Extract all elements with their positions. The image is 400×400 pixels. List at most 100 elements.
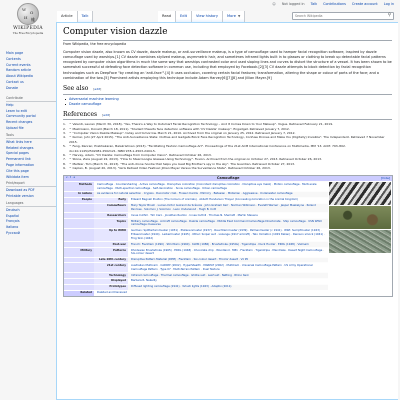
create-account-link[interactable]: Create account — [352, 2, 378, 7]
see-also-link-dazzle[interactable]: Dazzle camouflage — [63, 102, 392, 107]
see-also-edit: [edit] — [93, 87, 102, 92]
reference-text[interactable]: ^ Harvey, Adam. "CV Dazzle: Camouflage f… — [69, 153, 212, 157]
navbox-subgroup-label: Topics — [94, 219, 128, 228]
camouflage-pattern-image[interactable] — [329, 230, 391, 254]
navbox-link-list[interactable]: Innes Cuthill · Tim Caro · Jonathan Ruxt… — [128, 213, 328, 219]
navbox-link-list[interactable]: Camouflage · Counter­shading · Active ca… — [94, 182, 328, 191]
navbox-link-list[interactable]: Disruptive Pattern Material (DPM) · Flec… — [128, 257, 328, 263]
search-icon[interactable]: ⚲ — [388, 13, 391, 19]
talk-link[interactable]: Talk — [311, 2, 318, 7]
tools-heading: Tools — [6, 133, 56, 139]
user-icon: ☺ — [272, 2, 276, 6]
camouflaged-animal-image[interactable] — [329, 206, 391, 230]
reference-text[interactable]: ^ Mastroiann, Donald (March 18, 2011). "… — [69, 127, 290, 131]
navbox-subgroup-label: Technology — [94, 273, 128, 278]
navbox-group-label: In nature — [64, 192, 94, 197]
print-heading: Print/export — [6, 181, 56, 187]
sidebar-item-printable[interactable]: Printable version — [6, 194, 56, 200]
navbox-row: Displayed Barbara R. Nakedly — [64, 277, 328, 284]
reference-text[interactable]: ^ Valenti, Lauren (March 30, 2018). "Yes… — [69, 122, 333, 126]
navbox-link-list[interactable]: Australian Multicam · CADPAT (2002) · Hy… — [128, 263, 328, 272]
tab-article[interactable]: Article — [57, 11, 78, 22]
camouflage-navbox: v · t · e Camouflage [hide] Methods Camou… — [63, 174, 393, 297]
references-heading-text: References — [63, 110, 98, 118]
navbox-group-label — [64, 203, 94, 213]
navbox-group-label — [64, 213, 94, 219]
navbox-link-list[interactable]: Rhodesian Brushstroke (1965) · ERDL (194… — [128, 248, 328, 257]
navbox-related-group: Related — [64, 290, 94, 296]
navbox-link-list[interactable]: Military camouflage · Aircraft camouflag… — [128, 219, 328, 228]
navbox-link-list[interactable]: Mary Taylor Brush · Lucien-Victor Guiran… — [128, 203, 328, 213]
nav-contribute: Contribute Help Learn to edit Community … — [6, 96, 56, 132]
namespace-tabs: Article Talk — [57, 11, 94, 22]
wikipedia-logo[interactable]: WΩ И維 WIKIPEDIA The Free Encyclopedia — [8, 3, 48, 47]
navbox-link-list[interactable]: French: Flecktarn (1990) · Strichtarn (1… — [128, 242, 328, 247]
navbox-rows: Methods Camouflage · Counter­shading · Ac… — [64, 181, 328, 290]
reference-text[interactable]: ^ Feng, Ranran; Prabhakaran, Balakrishna… — [69, 144, 346, 152]
reference-text[interactable]: ^ Caplan, B. (August 20, 2013). "Girls R… — [69, 166, 271, 170]
navbox-subgroup-label: 21st century — [94, 263, 128, 272]
navbox-images — [328, 181, 392, 290]
navbox-subgroup-label: Up to WWII — [94, 228, 128, 242]
reference-item: 9. ^ Caplan, B. (August 20, 2013). "Girls… — [63, 166, 271, 171]
navbox-row: Prototypes Diffused lighting camouflage (… — [64, 283, 328, 290]
navbox-group-label — [64, 278, 94, 284]
navbox-row: People Early Edward Bagnall Poulton (The C… — [64, 196, 328, 203]
navbox-row: Post-war French: Flecktarn (1990) · Stric… — [64, 241, 328, 247]
navbox-body: Methods Camouflage · Counter­shading · Ac… — [64, 181, 392, 290]
tab-talk[interactable]: Talk — [77, 11, 94, 22]
languages-heading: Languages — [6, 201, 56, 207]
navbox-link-list[interactable]: Edward Bagnall Poulton (The Colours of A… — [128, 198, 328, 203]
sidebar-item-donate[interactable]: Donate — [6, 86, 56, 92]
navbox-subgroup-label: Displayed — [94, 279, 128, 284]
navbox-link-list[interactable]: Barbara R. Nakedly — [128, 279, 328, 284]
navbox-group-label — [64, 273, 94, 278]
navbox-row: Late 20th century Disruptive Pattern Mate… — [64, 256, 328, 263]
navbox-link-list[interactable]: Diffused lighting camouflage (1941) · Ye… — [128, 285, 328, 290]
contribute-heading: Contribute — [6, 96, 56, 102]
tab-edit[interactable]: Edit — [176, 11, 192, 22]
chevron-down-icon: ▼ — [237, 14, 241, 18]
navbox-row: Military Patterns Rhodesian Brushstroke (1… — [64, 246, 328, 257]
references-edit-link[interactable]: edit — [103, 113, 109, 117]
navbox-subgroup-label: Patterns — [94, 248, 128, 257]
navbox-link-list[interactable]: As evidence for natural selection · Cryp… — [94, 192, 328, 197]
reference-text[interactable]: ^ "Computer Vision Dazzle Makeup". today… — [69, 131, 295, 135]
navbox-row: Researchers Innes Cuthill · Tim Caro · Jo… — [64, 212, 328, 219]
personal-links: ☺ Not logged in Talk Contributions Creat… — [272, 2, 394, 7]
see-also-edit-link[interactable]: edit — [94, 87, 100, 91]
reference-item: 4. ^ Kumar, Juhi (27 April 2015). "The An… — [63, 135, 385, 144]
sidebar: WΩ И維 WIKIPEDIA The Free Encyclopedia Ma… — [0, 0, 57, 400]
sidebar-item-lang-ru[interactable]: Русский — [6, 231, 56, 237]
dazzle-ship-image[interactable] — [329, 182, 391, 206]
page-title: Computer vision dazzle — [63, 27, 392, 41]
navbox-group-label — [64, 284, 94, 290]
search-input[interactable] — [293, 13, 385, 19]
nav-languages: Languages Deutsch Español Français Itali… — [6, 201, 56, 237]
navbox-group-label: People — [64, 198, 94, 203]
navbox-group-label — [64, 263, 94, 272]
tab-read[interactable]: Read — [158, 11, 177, 22]
navbox-subgroup-label: Prototypes — [94, 285, 128, 290]
navbox-group-label — [64, 242, 94, 247]
navbox-link-list[interactable]: German: Splittertarnmuster (1931) · Plat… — [128, 228, 328, 242]
navbox-link-list[interactable]: Infrared camouflage · Thermal camouflage… — [128, 273, 328, 278]
navbox-vte-links[interactable]: v · t · e — [66, 176, 75, 181]
reference-text[interactable]: ^ Meltzer, Tom (March 31, 2013). "The an… — [69, 162, 295, 166]
login-link[interactable]: Log in — [384, 2, 394, 7]
contributions-link[interactable]: Contributions — [323, 2, 346, 7]
article-content: Computer vision dazzle From Wikipedia, t… — [56, 22, 398, 400]
tab-more[interactable]: More ▼ — [223, 11, 246, 22]
tab-history[interactable]: View history — [192, 11, 224, 22]
navbox-subgroup-label: Early — [94, 198, 128, 203]
reference-item: 5. ^ Feng, Ranran; Prabhakaran, Balakrish… — [63, 144, 346, 153]
navbox-title[interactable]: Camouflage — [75, 176, 381, 181]
reference-text[interactable]: ^ Kumar, Juhi (27 April 2015). "The Anti… — [69, 135, 385, 143]
sidebar-item-wikidata[interactable]: Wikidata item — [6, 175, 56, 181]
reference-text[interactable]: ^ Stone, Zara (August 22, 2013). "How to… — [69, 157, 322, 161]
sidebar-item-upload-file[interactable]: Upload file — [6, 126, 56, 132]
navbox-hide-toggle[interactable]: [hide] — [381, 176, 390, 181]
navbox-row: Camoufleurs Mary Taylor Brush · Lucien-Vi… — [64, 202, 328, 213]
navbox-row: Methods Camouflage · Counter­shading · Ac… — [64, 181, 328, 191]
navbox-related-list[interactable]: Dazzled and Deceived — [94, 290, 392, 296]
